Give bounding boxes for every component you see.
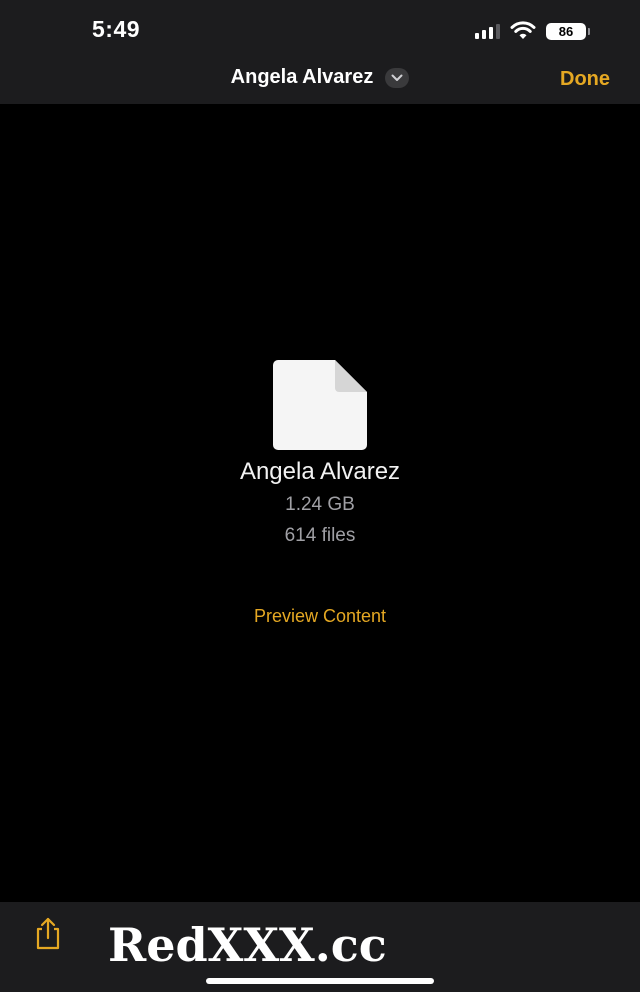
status-time: 5:49 <box>92 16 141 42</box>
share-icon[interactable] <box>30 916 66 952</box>
bottom-toolbar: RedXXX.cc <box>0 902 640 992</box>
preview-content-button[interactable]: Preview Content <box>0 606 640 627</box>
watermark-text: RedXXX.cc <box>108 918 387 972</box>
done-button[interactable]: Done <box>560 68 610 91</box>
nav-bar: Angela Alvarez Done <box>0 60 640 104</box>
file-count: 614 files <box>284 525 356 546</box>
status-bar: 5:49 86 <box>0 0 640 60</box>
document-icon <box>273 360 367 450</box>
chevron-down-icon[interactable] <box>385 67 410 88</box>
nav-title: Angela Alvarez <box>230 66 374 88</box>
wifi-icon <box>510 21 536 39</box>
status-icons: 86 <box>475 20 590 42</box>
signal-icon <box>475 23 500 39</box>
title-menu[interactable]: Angela Alvarez <box>0 66 640 89</box>
home-indicator <box>206 978 434 984</box>
file-size: 1.24 GB <box>285 494 355 515</box>
file-name: Angela Alvarez <box>239 458 401 485</box>
battery-icon: 86 <box>546 22 590 40</box>
